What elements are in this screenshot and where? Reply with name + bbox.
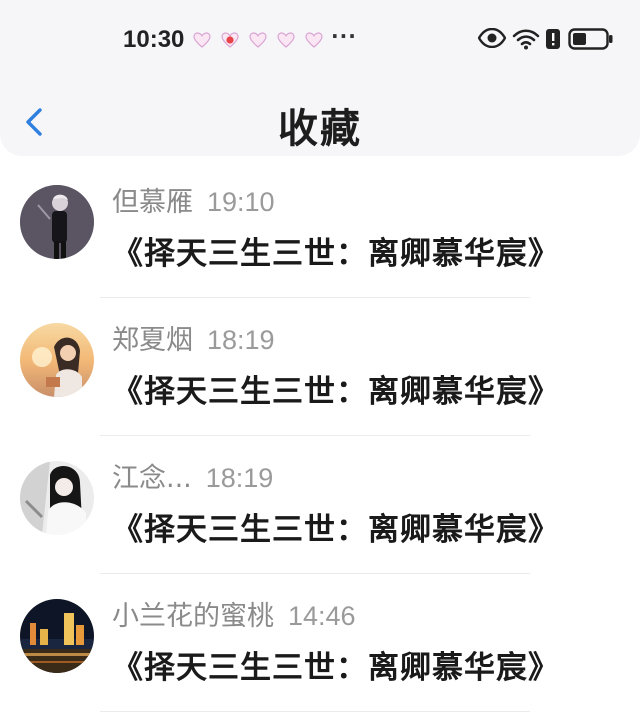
wifi-icon [512,29,540,50]
heart-notification-icon [193,32,211,48]
item-meta: 小兰花的蜜桃 14:46 [112,594,356,632]
status-time: 10:30 [123,26,185,53]
favorite-content: 《择天三生三世：离卿慕华宸》 [112,236,560,272]
sender-name: 江念... [112,463,192,494]
heart-notification-icon [277,32,295,48]
favorite-content: 《择天三生三世：离卿慕华宸》 [112,650,560,686]
heart-badge-notification-icon [221,32,239,48]
list-item[interactable]: 小兰花的蜜桃 14:46 《择天三生三世：离卿慕华宸》 [0,574,640,712]
favorite-content: 《择天三生三世：离卿慕华宸》 [112,374,560,410]
heart-notification-icon [249,32,267,48]
top-bar: 10:30 ··· 收藏 [0,0,640,156]
sender-name: 郑夏烟 [112,325,193,356]
item-time: 18:19 [205,463,274,493]
page-title: 收藏 [278,106,362,152]
list-item[interactable]: 但慕雁 19:10 《择天三生三世：离卿慕华宸》 [0,160,640,298]
more-notifications-icon: ··· [331,24,357,48]
sender-name: 但慕雁 [112,187,193,218]
battery-icon [568,28,613,50]
item-time: 19:10 [207,187,275,217]
avatar[interactable] [20,461,94,535]
nav-bar: 收藏 [0,92,640,152]
avatar[interactable] [20,323,94,397]
avatar[interactable] [20,599,94,673]
item-time: 18:19 [207,325,275,355]
item-time: 14:46 [288,601,356,631]
list-item[interactable]: 郑夏烟 18:19 《择天三生三世：离卿慕华宸》 [0,298,640,436]
heart-notification-icon [305,32,323,48]
list-item[interactable]: 江念... 18:19 《择天三生三世：离卿慕华宸》 [0,436,640,574]
item-meta: 郑夏烟 18:19 [112,318,275,356]
sender-name: 小兰花的蜜桃 [112,601,274,632]
item-meta: 但慕雁 19:10 [112,180,275,218]
favorites-list: 但慕雁 19:10 《择天三生三世：离卿慕华宸》 郑夏烟 18:19 《择天三生… [0,160,640,712]
alert-icon [546,29,560,49]
favorite-content: 《择天三生三世：离卿慕华宸》 [112,512,560,548]
avatar[interactable] [20,185,94,259]
item-meta: 江念... 18:19 [112,456,274,494]
eye-icon [478,28,506,48]
status-bar: 10:30 ··· [0,22,640,62]
